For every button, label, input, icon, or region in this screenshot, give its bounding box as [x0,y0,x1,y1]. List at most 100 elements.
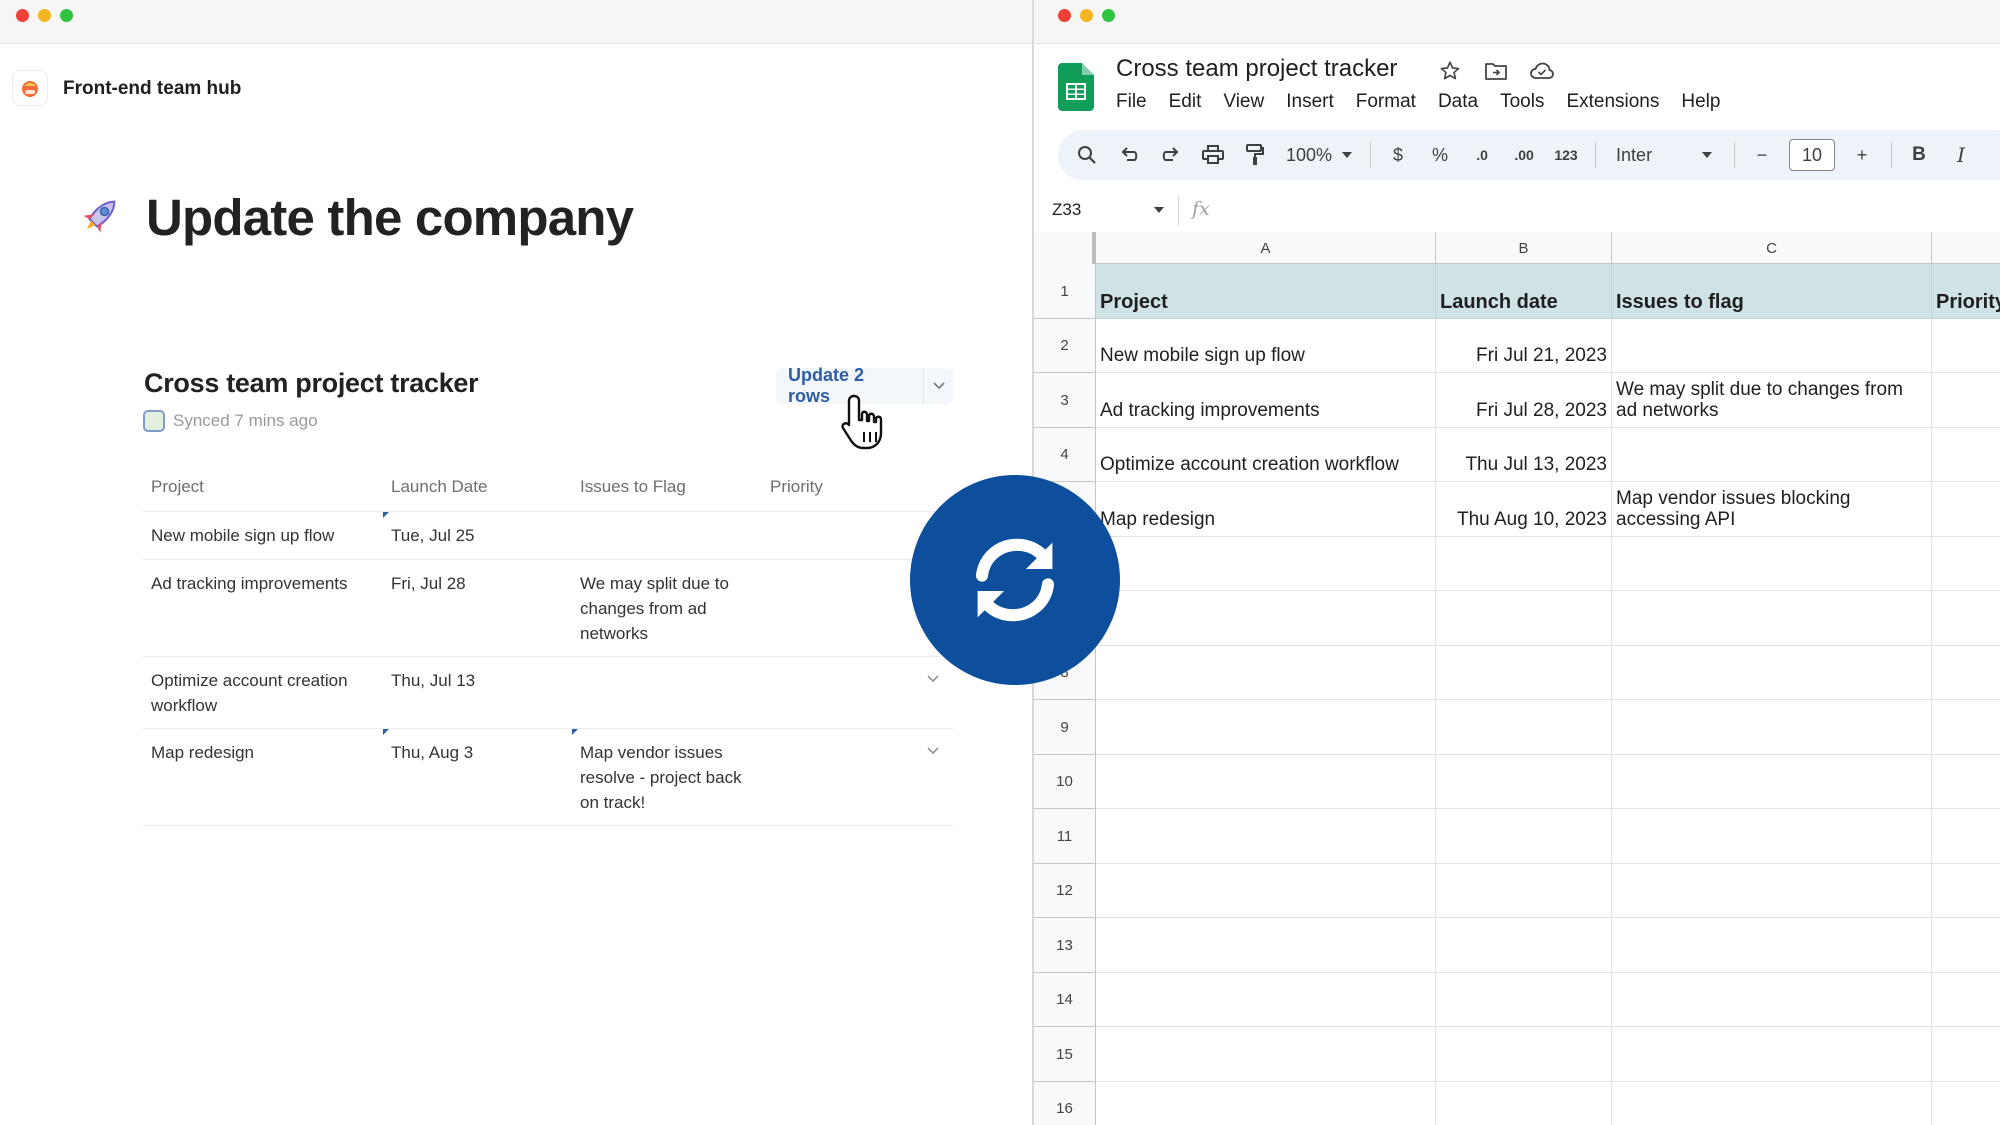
search-icon[interactable] [1072,137,1102,173]
cell-d4[interactable] [1932,428,2000,481]
font-size-input[interactable]: 10 [1789,139,1836,171]
cell-b3[interactable]: Fri Jul 28, 2023 [1436,373,1612,427]
empty-cell[interactable] [1932,918,2000,972]
empty-cell[interactable] [1932,1027,2000,1081]
cell-c3[interactable]: We may split due to changes from ad netw… [1612,373,1932,427]
cell-d3[interactable] [1932,373,2000,427]
empty-cell[interactable] [1932,864,2000,917]
empty-cell[interactable] [1436,537,1612,590]
empty-cell[interactable] [1612,591,1932,645]
cell-project[interactable]: Ad tracking improvements [143,560,383,656]
empty-cell[interactable] [1932,755,2000,808]
name-box[interactable]: Z33 [1052,200,1164,220]
hub-logo-icon[interactable] [12,70,48,106]
column-header-a[interactable]: A [1096,232,1436,264]
empty-cell[interactable] [1436,646,1612,699]
empty-cell[interactable] [1436,864,1612,917]
cell-issues[interactable]: We may split due to changes from ad netw… [572,560,762,656]
column-header-launch-date[interactable]: Launch Date [383,474,572,499]
cell-c5[interactable]: Map vendor issues blocking accessing API [1612,482,1932,536]
zoom-select[interactable]: 100% [1282,137,1356,173]
priority-dropdown-chevron-icon[interactable] [927,671,939,686]
column-header-b[interactable]: B [1436,232,1612,264]
empty-cell[interactable] [1096,755,1436,808]
increase-font-size-button[interactable]: + [1847,137,1877,173]
empty-cell[interactable] [1612,537,1932,590]
cell-b1[interactable]: Launch date [1436,264,1612,318]
close-window-button[interactable] [16,9,29,22]
move-to-folder-icon[interactable] [1483,58,1509,84]
empty-cell[interactable] [1612,918,1932,972]
row-header[interactable]: 16 [1034,1082,1096,1125]
empty-cell[interactable] [1932,700,2000,754]
format-percent-button[interactable]: % [1425,137,1455,173]
empty-cell[interactable] [1612,700,1932,754]
close-window-button[interactable] [1058,9,1071,22]
cell-a1[interactable]: Project [1096,264,1436,318]
column-header-issues[interactable]: Issues to Flag [572,474,762,499]
cell-d1[interactable]: Priority [1932,264,2000,318]
empty-cell[interactable] [1096,973,1436,1026]
empty-cell[interactable] [1612,809,1932,863]
cell-a5[interactable]: Map redesign [1096,482,1436,536]
select-all-corner[interactable] [1034,232,1096,264]
cell-project[interactable]: Optimize account creation workflow [143,657,383,728]
cell-launch-date[interactable]: Fri, Jul 28 [383,560,572,656]
italic-button[interactable]: I [1946,137,1976,173]
row-header[interactable]: 2 [1034,319,1096,373]
spreadsheet-title[interactable]: Cross team project tracker [1116,55,1397,83]
cell-launch-date[interactable]: Thu, Jul 13 [383,657,572,728]
empty-cell[interactable] [1932,646,2000,699]
row-header[interactable]: 14 [1034,973,1096,1027]
decrease-font-size-button[interactable]: − [1747,137,1777,173]
empty-cell[interactable] [1096,700,1436,754]
menu-file[interactable]: File [1116,91,1147,113]
row-header[interactable]: 9 [1034,700,1096,755]
google-sheets-logo-icon[interactable] [1058,63,1094,111]
empty-cell[interactable] [1612,646,1932,699]
print-icon[interactable] [1198,137,1228,173]
increase-decimal-button[interactable]: .00 [1509,137,1539,173]
priority-dropdown-chevron-icon[interactable] [927,743,939,758]
maximize-window-button[interactable] [1102,9,1115,22]
paint-format-icon[interactable] [1240,137,1270,173]
cell-project[interactable]: Map redesign [143,729,383,825]
cell-priority[interactable] [762,657,953,728]
redo-icon[interactable] [1156,137,1186,173]
cell-b2[interactable]: Fri Jul 21, 2023 [1436,319,1612,372]
cell-b4[interactable]: Thu Jul 13, 2023 [1436,428,1612,481]
empty-cell[interactable] [1612,973,1932,1026]
menu-edit[interactable]: Edit [1169,91,1202,113]
cell-project[interactable]: New mobile sign up flow [143,512,383,559]
empty-cell[interactable] [1932,973,2000,1026]
empty-cell[interactable] [1096,537,1436,590]
hub-title[interactable]: Front-end team hub [63,78,241,100]
empty-cell[interactable] [1096,809,1436,863]
cell-c2[interactable] [1612,319,1932,372]
cell-a2[interactable]: New mobile sign up flow [1096,319,1436,372]
cell-c1[interactable]: Issues to flag [1612,264,1932,318]
empty-cell[interactable] [1096,646,1436,699]
empty-cell[interactable] [1096,1027,1436,1081]
menu-extensions[interactable]: Extensions [1566,91,1659,113]
sync-badge[interactable] [910,475,1120,685]
bold-button[interactable]: B [1904,137,1934,173]
cell-priority[interactable] [762,729,953,825]
empty-cell[interactable] [1932,537,2000,590]
empty-cell[interactable] [1932,1082,2000,1125]
column-header-d[interactable] [1932,232,2000,264]
minimize-window-button[interactable] [1080,9,1093,22]
row-header[interactable]: 10 [1034,755,1096,809]
empty-cell[interactable] [1096,591,1436,645]
font-select[interactable]: Inter [1608,137,1720,173]
more-formats-button[interactable]: 123 [1551,137,1581,173]
table-row[interactable]: New mobile sign up flow Tue, Jul 25 [143,512,953,560]
cell-d2[interactable] [1932,319,2000,372]
row-header[interactable]: 1 [1034,264,1096,319]
row-header[interactable]: 15 [1034,1027,1096,1082]
table-row[interactable]: Optimize account creation workflow Thu, … [143,657,953,729]
cell-launch-date[interactable]: Thu, Aug 3 [383,729,572,825]
cloud-saved-icon[interactable] [1529,58,1555,84]
empty-cell[interactable] [1436,700,1612,754]
empty-cell[interactable] [1436,591,1612,645]
